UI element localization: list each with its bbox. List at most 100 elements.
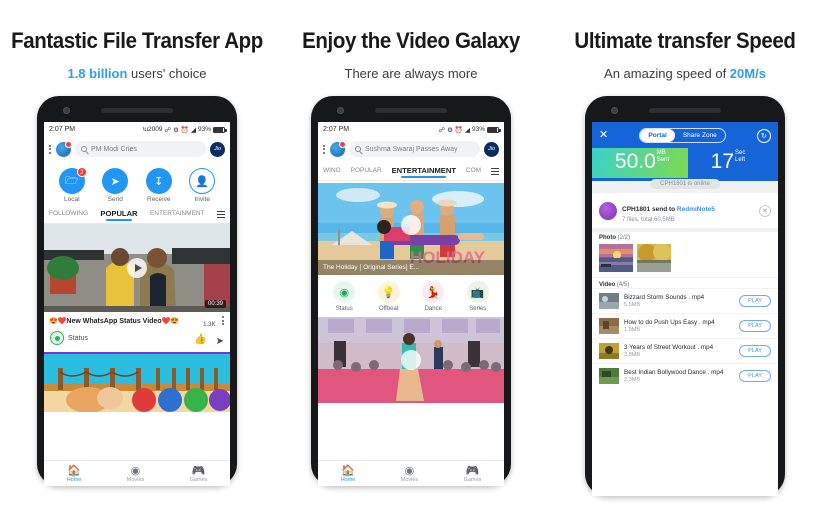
- nav-home[interactable]: 🏠 Home: [341, 465, 356, 483]
- category-offbeat[interactable]: 💡 Offbeat: [371, 281, 407, 312]
- play-button[interactable]: PLAY: [739, 320, 771, 332]
- action-local[interactable]: 🗁 2 Local: [54, 167, 90, 203]
- transfer-title: CPH1801 send to RedmiNote5: [622, 206, 715, 213]
- tab-popular[interactable]: POPULAR: [351, 167, 382, 176]
- play-button[interactable]: [401, 350, 421, 370]
- toggle-share-zone[interactable]: Share Zone: [675, 129, 725, 142]
- channel[interactable]: Status: [50, 331, 88, 345]
- search-input[interactable]: PM Modi Cries: [75, 141, 206, 157]
- toggle-portal[interactable]: Portal: [640, 129, 675, 142]
- transfer-header: ✕ Portal Share Zone ↻ 50.0MB Sent 17Sec …: [592, 122, 778, 189]
- video-overflow-icon[interactable]: [221, 316, 225, 325]
- category-dance[interactable]: 💃 Dance: [415, 281, 451, 312]
- category-series[interactable]: 📺 Series: [460, 281, 496, 312]
- video-thumbnail[interactable]: 00:39: [44, 224, 230, 312]
- like-button[interactable]: 1.3K 👍: [194, 322, 215, 347]
- battery-percent: 93%: [197, 126, 211, 133]
- file-row[interactable]: How to do Push Ups Easy . mp4 1.9MB PLAY: [592, 313, 778, 338]
- profile-avatar[interactable]: [330, 140, 346, 157]
- play-button[interactable]: [127, 258, 147, 278]
- bulb-icon: 💡: [377, 281, 400, 303]
- dance-video-thumbnail[interactable]: [318, 317, 504, 403]
- nav-home[interactable]: 🏠 Home: [67, 465, 82, 483]
- home-icon: 🏠: [67, 464, 81, 477]
- tab-comedy[interactable]: COM: [466, 167, 481, 176]
- receive-icon: ↧: [145, 168, 172, 194]
- play-button[interactable]: PLAY: [739, 370, 771, 382]
- file-row[interactable]: 3 Years of Street Workout . mp4 3.8MB PL…: [592, 338, 778, 363]
- content-tabs-1: FOLLOWING POPULAR ENTERTAINMENT: [44, 205, 230, 224]
- jio-logo-icon[interactable]: Jio: [210, 141, 225, 157]
- menu-icon[interactable]: [490, 168, 499, 175]
- earpiece-speaker: [649, 108, 721, 113]
- panel-1-subheading: 1.8 billion users' choice: [0, 66, 274, 81]
- tab-popular[interactable]: POPULAR: [100, 209, 138, 221]
- search-value: PM Modi Cries: [91, 145, 137, 153]
- play-button[interactable]: PLAY: [739, 295, 771, 307]
- transfer-summary-text: CPH1801 send to RedmiNote5 7 files, tota…: [622, 198, 754, 223]
- tab-following[interactable]: FOLLOWING: [49, 210, 88, 219]
- bottom-nav-1: 🏠 Home ◉ Movies 🎮 Games: [44, 460, 230, 486]
- front-camera-icon: [63, 107, 70, 114]
- photo-thumb-autumn[interactable]: [637, 244, 671, 272]
- time-left-value: 17: [710, 150, 734, 173]
- action-invite[interactable]: 👤 Invite: [184, 168, 220, 203]
- earpiece-speaker: [101, 108, 173, 113]
- search-icon: [81, 146, 87, 152]
- file-row[interactable]: Best Indian Bollywood Dance . mp4 2.3MB …: [592, 363, 778, 388]
- photo-thumb-sunset[interactable]: [599, 244, 633, 272]
- games-icon: 🎮: [465, 464, 480, 477]
- file-info: Best Indian Bollywood Dance . mp4 2.3MB: [624, 369, 734, 383]
- front-camera-icon: [337, 107, 344, 114]
- category-status[interactable]: ◉ Status: [326, 281, 362, 312]
- overflow-menu-icon[interactable]: [322, 144, 326, 154]
- panel-1-heading: Fantastic File Transfer App: [11, 28, 263, 53]
- nav-games[interactable]: 🎮 Games: [190, 465, 208, 483]
- tab-following[interactable]: WING: [323, 167, 341, 176]
- movies-icon: ◉: [404, 464, 415, 477]
- transfer-header-row: ✕ Portal Share Zone ↻: [599, 128, 771, 143]
- menu-icon[interactable]: [216, 211, 225, 218]
- file-thumbnail: [599, 293, 619, 309]
- hero-video[interactable]: HOLIDAY The Holiday [ Original Series] E…: [318, 183, 504, 275]
- file-name: Best Indian Bollywood Dance . mp4: [624, 369, 724, 376]
- file-row[interactable]: Bizzard Storm Sounds . mp4 5.5MB PLAY: [592, 288, 778, 313]
- transfer-title-prefix: CPH1801 send to: [622, 206, 677, 213]
- cancel-transfer-icon[interactable]: ✕: [759, 204, 771, 217]
- time-unit-top: Sec: [735, 150, 746, 156]
- share-button[interactable]: ➤: [216, 336, 224, 347]
- play-button[interactable]: PLAY: [739, 345, 771, 357]
- file-name: 3 Years of Street Workout . mp4: [624, 344, 714, 351]
- search-input[interactable]: Sushma Swaraj Passes Away: [349, 141, 480, 157]
- category-offbeat-label: Offbeat: [378, 306, 399, 312]
- jio-logo-icon[interactable]: Jio: [484, 141, 499, 157]
- play-button[interactable]: [401, 215, 421, 236]
- nav-movies[interactable]: ◉ Movies: [401, 465, 418, 483]
- tab-entertainment[interactable]: ENTERTAINMENT: [392, 166, 456, 178]
- close-icon[interactable]: ✕: [599, 130, 608, 141]
- promo-strip[interactable]: [44, 352, 230, 412]
- search-row: PM Modi Cries Jio: [44, 137, 230, 162]
- nav-games[interactable]: 🎮 Games: [464, 465, 482, 483]
- refresh-icon[interactable]: ↻: [756, 128, 771, 143]
- action-invite-label: Invite: [194, 196, 211, 203]
- quick-actions: 🗁 2 Local ➤ Send ↧ Receive 👤 Invite: [44, 162, 230, 205]
- status-bar: 2:07 PM \u2009 ☍ ⚙ ⏰ ◢ 93%: [44, 122, 230, 137]
- overflow-menu-icon[interactable]: [48, 144, 52, 154]
- nav-movies-label: Movies: [400, 476, 419, 483]
- mode-toggle[interactable]: Portal Share Zone: [639, 128, 726, 143]
- video-meta-row: Status 1.3K 👍 ➤: [44, 322, 230, 352]
- tab-entertainment[interactable]: ENTERTAINMENT: [150, 210, 205, 219]
- nav-movies[interactable]: ◉ Movies: [127, 465, 144, 483]
- action-receive[interactable]: ↧ Receive: [141, 168, 177, 203]
- profile-avatar[interactable]: [56, 140, 72, 157]
- action-send[interactable]: ➤ Send: [97, 168, 133, 203]
- panel-file-transfer: Fantastic File Transfer App 1.8 billion …: [0, 0, 274, 514]
- photo-section-count: (2/2): [617, 235, 631, 241]
- video-card[interactable]: 00:39 😍❤️New WhatsApp Status Video❤️😍 St…: [44, 224, 230, 352]
- nav-games-label: Games: [463, 476, 482, 483]
- nav-games-label: Games: [189, 476, 208, 483]
- file-info: 3 Years of Street Workout . mp4 3.8MB: [624, 344, 734, 358]
- file-name: How to do Push Ups Easy . mp4: [624, 319, 715, 326]
- battery-percent: 93%: [471, 126, 485, 133]
